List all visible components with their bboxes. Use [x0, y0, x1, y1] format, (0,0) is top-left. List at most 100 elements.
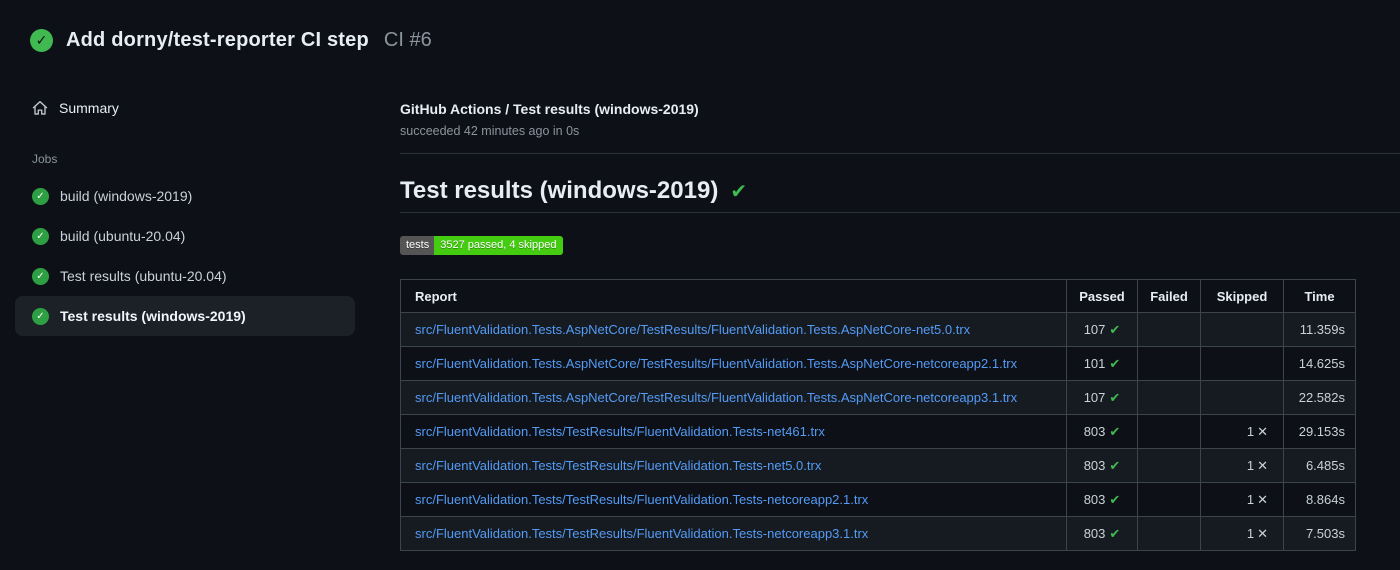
- skipped-x-icon: ✕: [1257, 423, 1268, 439]
- run-title: Add dorny/test-reporter CI step: [66, 29, 369, 51]
- report-heading-text: Test results (windows-2019): [400, 177, 719, 204]
- tests-badge-label: tests: [400, 236, 435, 255]
- report-table-body: src/FluentValidation.Tests.AspNetCore/Te…: [400, 312, 1356, 551]
- report-link[interactable]: src/FluentValidation.Tests.AspNetCore/Te…: [415, 356, 1017, 371]
- passed-count: 803: [1083, 525, 1106, 541]
- report-link[interactable]: src/FluentValidation.Tests/TestResults/F…: [415, 492, 868, 507]
- summary-label: Summary: [59, 100, 119, 116]
- header-divider: [400, 153, 1400, 154]
- report-table-row: src/FluentValidation.Tests.AspNetCore/Te…: [400, 346, 1356, 381]
- passed-check-icon: ✔: [1109, 355, 1121, 371]
- run-success-icon: ✓: [30, 29, 53, 52]
- tests-badge-value: 3527 passed, 4 skipped: [434, 236, 564, 255]
- report-link[interactable]: src/FluentValidation.Tests/TestResults/F…: [415, 424, 825, 439]
- sidebar-job-item[interactable]: ✓ build (windows-2019): [15, 176, 355, 216]
- main-content: GitHub Actions / Test results (windows-2…: [400, 52, 1400, 551]
- check-run-title: GitHub Actions / Test results (windows-2…: [400, 101, 699, 117]
- failed-cell: [1137, 312, 1201, 347]
- passed-cell: 107 ✔: [1066, 312, 1138, 347]
- report-link[interactable]: src/FluentValidation.Tests.AspNetCore/Te…: [415, 390, 1017, 405]
- sidebar-job-item[interactable]: ✓ build (ubuntu-20.04): [15, 216, 355, 256]
- skipped-cell: 1 ✕: [1200, 414, 1284, 449]
- report-cell: src/FluentValidation.Tests/TestResults/F…: [400, 516, 1067, 551]
- sidebar: Summary Jobs ✓ build (windows-2019) ✓ build…: [0, 52, 400, 336]
- report-link[interactable]: src/FluentValidation.Tests/TestResults/F…: [415, 458, 821, 473]
- passed-count: 107: [1083, 321, 1106, 337]
- failed-cell: [1137, 482, 1201, 517]
- job-label: Test results (windows-2019): [60, 308, 246, 324]
- skipped-x-icon: ✕: [1257, 457, 1268, 473]
- report-cell: src/FluentValidation.Tests/TestResults/F…: [400, 482, 1067, 517]
- passed-check-icon: ✔: [1109, 457, 1121, 473]
- report-cell: src/FluentValidation.Tests/TestResults/F…: [400, 448, 1067, 483]
- skipped-cell: 1 ✕: [1200, 448, 1284, 483]
- report-table-row: src/FluentValidation.Tests.AspNetCore/Te…: [400, 312, 1356, 347]
- sidebar-item-summary[interactable]: Summary: [15, 94, 355, 122]
- skipped-cell: [1200, 312, 1284, 347]
- report-table-row: src/FluentValidation.Tests/TestResults/F…: [400, 414, 1356, 449]
- report-table: Report Passed Failed Skipped Time src/Fl…: [400, 279, 1356, 551]
- report-cell: src/FluentValidation.Tests.AspNetCore/Te…: [400, 312, 1067, 347]
- report-table-row: src/FluentValidation.Tests/TestResults/F…: [400, 516, 1356, 551]
- run-header: ✓ Add dorny/test-reporter CI step CI #6: [0, 0, 1400, 52]
- column-header-passed: Passed: [1066, 279, 1138, 313]
- skipped-count: 1: [1246, 491, 1255, 507]
- heading-check-icon: ✔: [730, 180, 748, 203]
- job-success-icon: ✓: [32, 307, 49, 325]
- report-link[interactable]: src/FluentValidation.Tests/TestResults/F…: [415, 526, 868, 541]
- failed-cell: [1137, 414, 1201, 449]
- passed-check-icon: ✔: [1109, 321, 1121, 337]
- passed-cell: 803 ✔: [1066, 414, 1138, 449]
- passed-check-icon: ✔: [1109, 389, 1121, 405]
- sidebar-job-item[interactable]: ✓ Test results (windows-2019): [15, 296, 355, 336]
- report-table-row: src/FluentValidation.Tests.AspNetCore/Te…: [400, 380, 1356, 415]
- skipped-x-icon: ✕: [1257, 525, 1268, 541]
- job-label: build (ubuntu-20.04): [60, 228, 186, 244]
- passed-cell: 107 ✔: [1066, 380, 1138, 415]
- passed-count: 107: [1083, 389, 1106, 405]
- check-run-status: succeeded 42 minutes ago in 0s: [400, 124, 580, 138]
- passed-check-icon: ✔: [1109, 525, 1121, 541]
- column-header-skipped: Skipped: [1200, 279, 1284, 313]
- skipped-cell: 1 ✕: [1200, 482, 1284, 517]
- job-label: Test results (ubuntu-20.04): [60, 268, 227, 284]
- passed-cell: 803 ✔: [1066, 516, 1138, 551]
- skipped-cell: [1200, 346, 1284, 381]
- report-table-row: src/FluentValidation.Tests/TestResults/F…: [400, 482, 1356, 517]
- report-table-row: src/FluentValidation.Tests/TestResults/F…: [400, 448, 1356, 483]
- tests-badge: tests 3527 passed, 4 skipped: [400, 236, 564, 255]
- sidebar-job-item[interactable]: ✓ Test results (ubuntu-20.04): [15, 256, 355, 296]
- time-cell: 11.359s: [1283, 312, 1356, 347]
- home-icon: [32, 100, 48, 116]
- passed-count: 101: [1083, 355, 1106, 371]
- column-header-failed: Failed: [1137, 279, 1201, 313]
- column-header-report: Report: [400, 279, 1067, 313]
- report-table-header-row: Report Passed Failed Skipped Time: [400, 279, 1356, 313]
- run-number: CI #6: [383, 29, 432, 51]
- skipped-count: 1: [1246, 423, 1255, 439]
- job-success-icon: ✓: [32, 187, 49, 205]
- failed-cell: [1137, 516, 1201, 551]
- passed-count: 803: [1083, 457, 1106, 473]
- passed-cell: 803 ✔: [1066, 448, 1138, 483]
- job-success-icon: ✓: [32, 267, 49, 285]
- report-cell: src/FluentValidation.Tests.AspNetCore/Te…: [400, 380, 1067, 415]
- passed-check-icon: ✔: [1109, 491, 1121, 507]
- time-cell: 29.153s: [1283, 414, 1356, 449]
- time-cell: 14.625s: [1283, 346, 1356, 381]
- passed-cell: 803 ✔: [1066, 482, 1138, 517]
- failed-cell: [1137, 380, 1201, 415]
- report-link[interactable]: src/FluentValidation.Tests.AspNetCore/Te…: [415, 322, 970, 337]
- passed-count: 803: [1083, 491, 1106, 507]
- time-cell: 8.864s: [1283, 482, 1356, 517]
- job-label: build (windows-2019): [60, 188, 193, 204]
- skipped-x-icon: ✕: [1257, 491, 1268, 507]
- report-cell: src/FluentValidation.Tests.AspNetCore/Te…: [400, 346, 1067, 381]
- report-heading: Test results (windows-2019) ✔: [400, 177, 1400, 213]
- column-header-time: Time: [1283, 279, 1356, 313]
- sidebar-jobs-list: ✓ build (windows-2019) ✓ build (ubuntu-20.0…: [0, 176, 400, 336]
- skipped-count: 1: [1246, 457, 1255, 473]
- failed-cell: [1137, 448, 1201, 483]
- skipped-count: 1: [1246, 525, 1255, 541]
- skipped-cell: [1200, 380, 1284, 415]
